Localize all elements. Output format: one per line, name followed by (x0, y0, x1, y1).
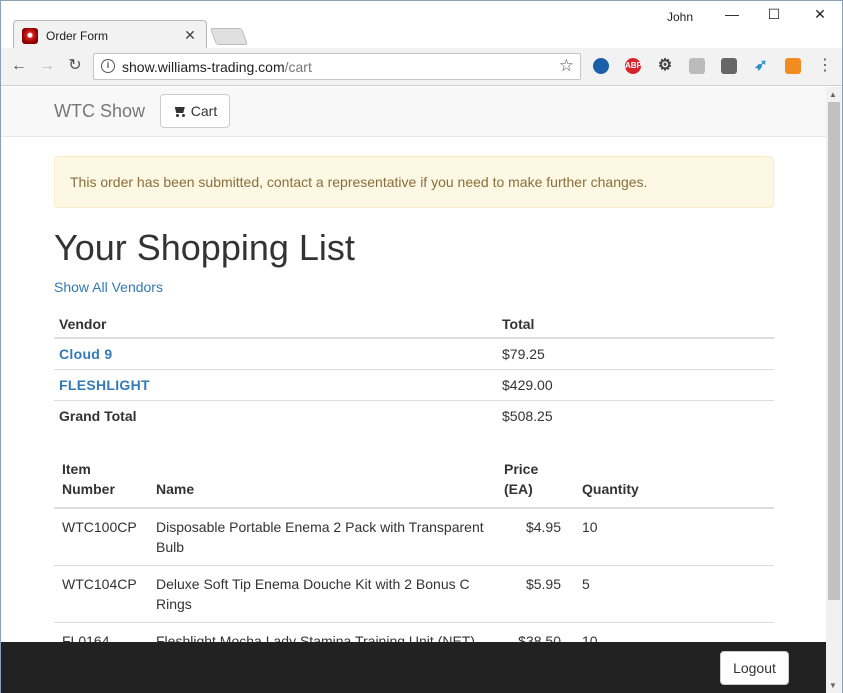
browser-tab[interactable]: Order Form ✕ (13, 20, 207, 48)
page-title: Your Shopping List (54, 227, 355, 268)
logout-button[interactable]: Logout (720, 651, 789, 685)
order-submitted-alert: This order has been submitted, contact a… (54, 156, 774, 208)
scroll-up-icon[interactable]: ▲ (829, 90, 837, 99)
item-quantity: 5 (574, 565, 774, 623)
shield-extension-icon[interactable] (721, 58, 737, 74)
name-header: Name (148, 459, 496, 509)
site-navbar: WTC Show Cart (1, 87, 826, 137)
adblock-plus-icon[interactable]: ABP (625, 58, 642, 74)
maximize-icon[interactable]: ☐ (759, 6, 789, 26)
item-name: Deluxe Soft Tip Enema Douche Kit with 2 … (148, 565, 496, 623)
item-number: WTC104CP (54, 565, 148, 623)
site-favicon-icon (22, 27, 38, 44)
browser-window: Order Form ✕ John — ☐ ✕ ← → ↻ i show.wil… (0, 0, 843, 693)
table-row: FLESHLIGHT $429.00 (54, 368, 774, 400)
minimize-icon[interactable]: — (717, 6, 747, 26)
site-brand[interactable]: WTC Show (54, 101, 145, 122)
quantity-header: Quantity (574, 459, 774, 509)
grand-total-value: $508.25 (497, 399, 774, 431)
cube-extension-icon[interactable] (689, 58, 705, 74)
item-number-header: Item Number (54, 459, 148, 509)
site-info-icon[interactable]: i (101, 59, 115, 73)
globe-extension-icon[interactable] (593, 58, 609, 74)
new-tab-button[interactable] (209, 28, 249, 45)
vendor-total: $429.00 (497, 368, 774, 400)
table-row: WTC100CP Disposable Portable Enema 2 Pac… (54, 507, 774, 566)
tab-close-icon[interactable]: ✕ (182, 27, 198, 44)
item-quantity: 10 (574, 507, 774, 566)
total-header: Total (497, 309, 774, 339)
tab-title: Order Form (46, 28, 109, 43)
vendor-total: $79.25 (497, 337, 774, 369)
item-price: $5.95 (496, 565, 574, 623)
address-bar[interactable]: i show.williams-trading.com/cart ☆ (93, 53, 581, 80)
item-number: WTC100CP (54, 507, 148, 566)
vendor-totals-table: Vendor Total Cloud 9 $79.25 FLESHLIGHT $… (54, 309, 774, 431)
page-viewport: WTC Show Cart This order has been submit… (1, 87, 826, 693)
table-row: Cloud 9 $79.25 (54, 337, 774, 369)
cart-label: Cart (190, 103, 218, 119)
bird-extension-icon[interactable]: ➶ (753, 58, 769, 74)
item-price: $4.95 (496, 507, 574, 566)
scroll-down-icon[interactable]: ▼ (829, 681, 837, 690)
item-name: Disposable Portable Enema 2 Pack with Tr… (148, 507, 496, 566)
gear-extension-icon[interactable]: ⚙ (657, 58, 673, 74)
title-bar: Order Form ✕ John — ☐ ✕ (1, 1, 842, 48)
vendor-link-fleshlight[interactable]: FLESHLIGHT (59, 377, 150, 393)
vendor-link-cloud9[interactable]: Cloud 9 (59, 346, 112, 362)
window-close-icon[interactable]: ✕ (805, 6, 835, 26)
back-icon[interactable]: ← (9, 56, 29, 76)
shopping-cart-icon (173, 105, 187, 117)
show-all-vendors-link[interactable]: Show All Vendors (54, 279, 163, 295)
price-header: Price (EA) (496, 459, 574, 509)
page-scrollbar[interactable]: ▲ ▼ (826, 87, 842, 693)
table-row: WTC104CP Deluxe Soft Tip Enema Douche Ki… (54, 565, 774, 623)
vendor-header: Vendor (54, 309, 497, 339)
profile-name[interactable]: John (667, 10, 693, 24)
browser-toolbar: ← → ↻ i show.williams-trading.com/cart ☆… (1, 48, 842, 86)
url-text[interactable]: show.williams-trading.com/cart (122, 59, 312, 75)
bookmark-star-icon[interactable]: ☆ (559, 56, 574, 76)
grand-total-row: Grand Total $508.25 (54, 399, 774, 431)
grand-total-label: Grand Total (54, 399, 497, 431)
cart-button[interactable]: Cart (160, 94, 230, 128)
reload-icon[interactable]: ↻ (65, 56, 85, 76)
footer-bar: Logout (1, 642, 826, 693)
forward-icon[interactable]: → (37, 56, 57, 76)
chrome-menu-icon[interactable]: ⋮ (817, 56, 833, 76)
scroll-thumb[interactable] (828, 102, 840, 600)
rss-icon[interactable] (785, 58, 801, 74)
